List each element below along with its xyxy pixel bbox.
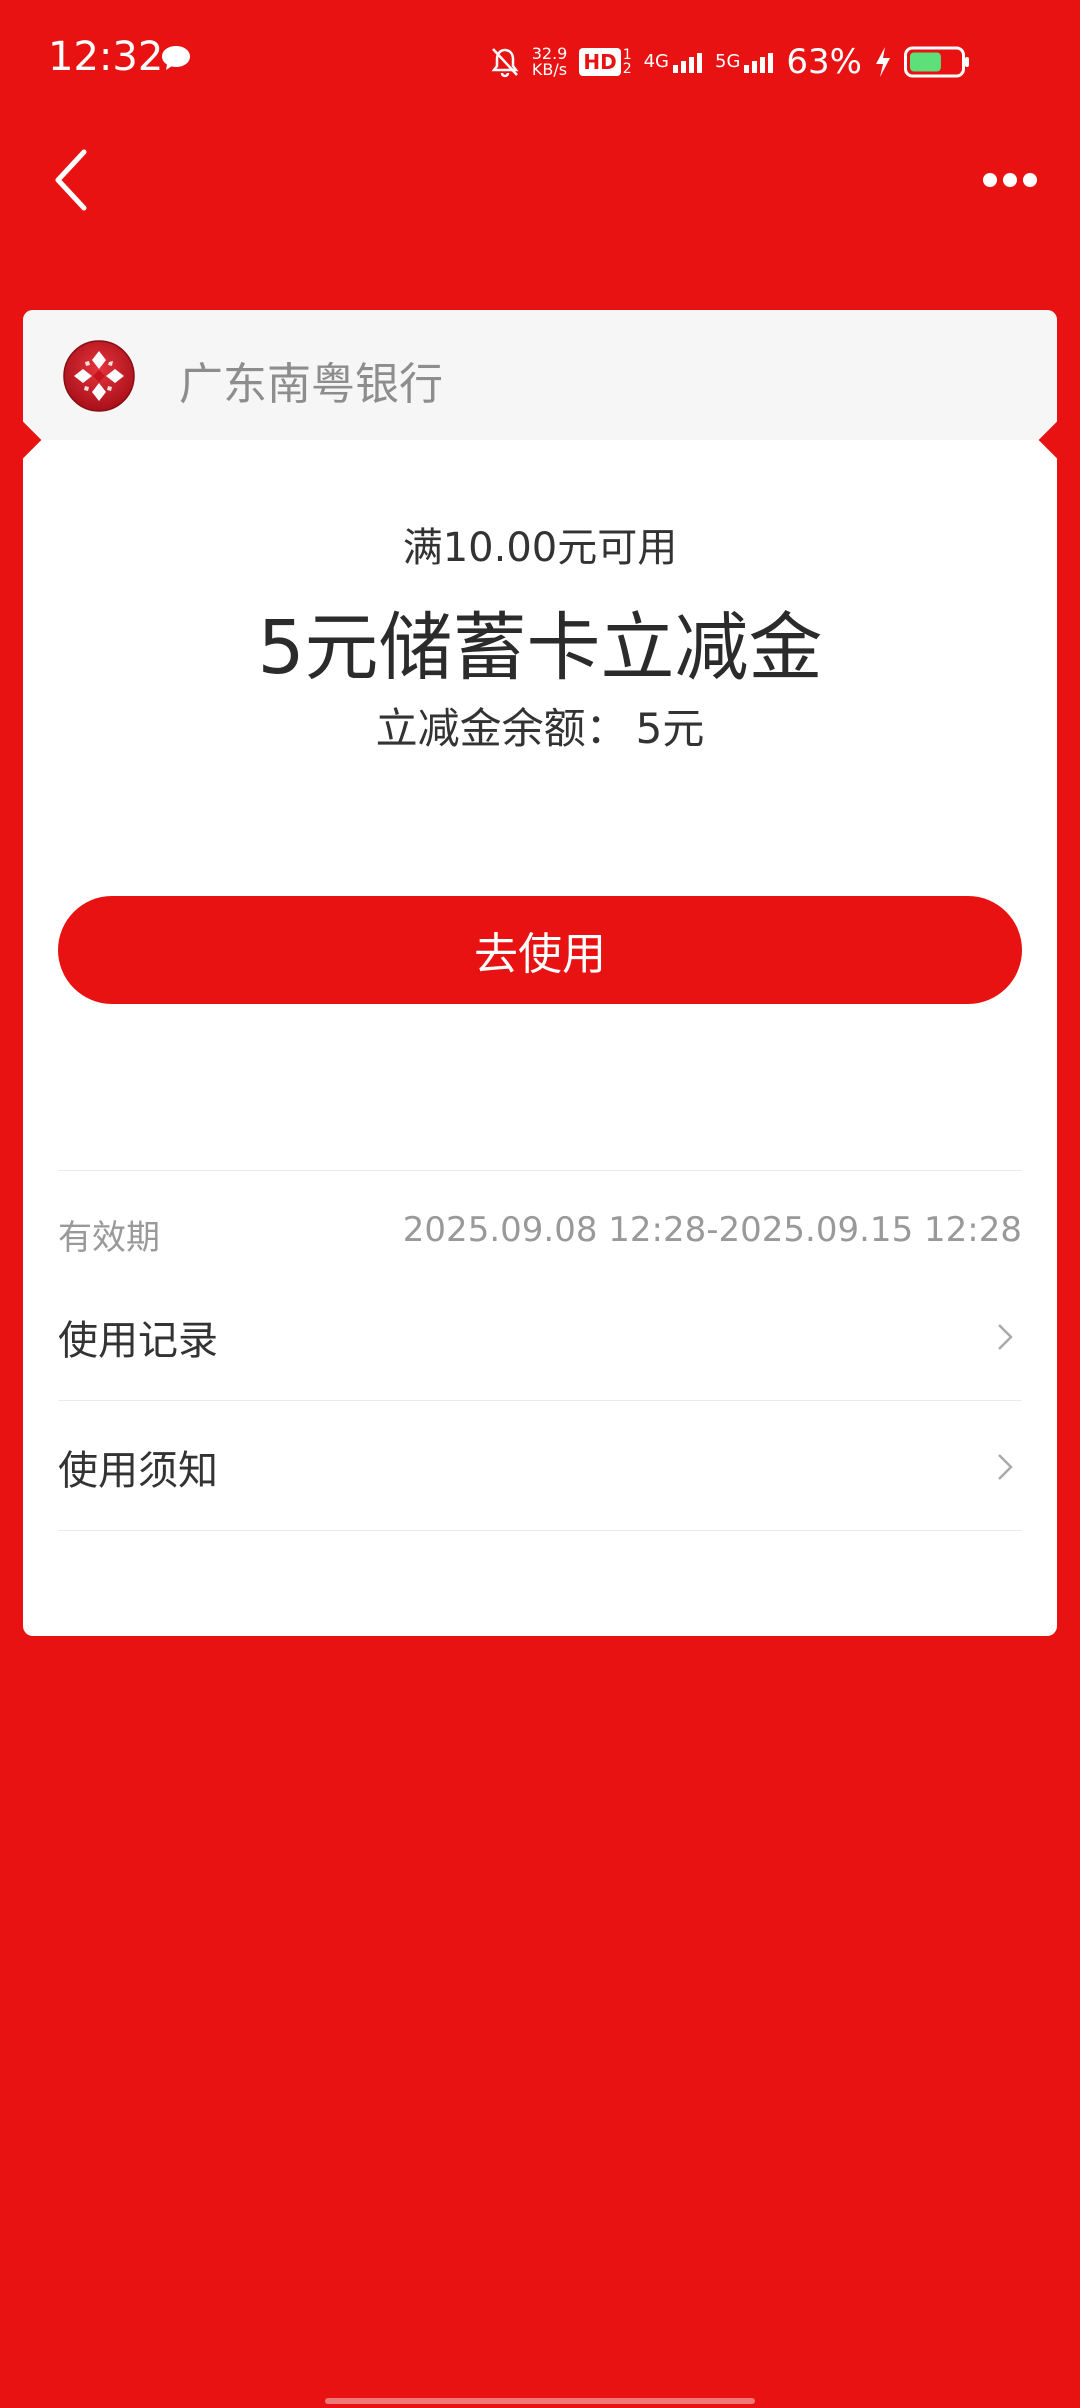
usage-records-label: 使用记录 xyxy=(58,1318,218,1364)
signal-bars-icon xyxy=(744,53,774,73)
bank-logo xyxy=(63,340,135,412)
status-time: 12:32 xyxy=(48,34,164,80)
coupon-title: 5元储蓄卡立减金 xyxy=(257,605,823,691)
bell-off-icon xyxy=(491,48,519,78)
more-dots-icon[interactable] xyxy=(980,158,1040,202)
hd-label: HD xyxy=(579,48,621,76)
validity-label: 有效期 xyxy=(58,1218,160,1258)
signal-5g: 5G xyxy=(715,51,774,73)
validity-value: 2025.09.08 12:28-2025.09.15 12:28 xyxy=(402,1210,1022,1250)
net-4g-label: 4G xyxy=(643,51,670,72)
divider xyxy=(58,1170,1022,1171)
status-bar: 12:32 32.9 KB/s HD 12 4G 5G 63% xyxy=(0,0,1080,124)
usage-notes-row[interactable]: 使用须知 xyxy=(58,1400,1022,1530)
chevron-right-icon xyxy=(998,1324,1013,1350)
net-5g-label: 5G xyxy=(715,51,741,72)
card-header: 广东南粤银行 xyxy=(23,310,1057,440)
hd-badge: HD 12 xyxy=(579,47,632,77)
coupon-card: 广东南粤银行 满10.00元可用 5元储蓄卡立减金 立减金余额： 5元 去使用 有… xyxy=(23,310,1057,1636)
coupon-balance: 立减金余额： 5元 xyxy=(23,695,1057,756)
chevron-right-icon xyxy=(998,1454,1013,1480)
battery-percent: 63% xyxy=(786,42,862,82)
usage-notes-label: 使用须知 xyxy=(58,1448,218,1494)
back-button[interactable] xyxy=(44,142,104,218)
divider xyxy=(58,1530,1022,1531)
signal-bars-icon xyxy=(673,53,703,73)
status-indicators: 32.9 KB/s HD 12 4G 5G 63% xyxy=(490,38,970,86)
hd-sims: 12 xyxy=(622,47,632,77)
bank-name: 广东南粤银行 xyxy=(179,359,443,410)
charging-bolt-icon xyxy=(876,47,890,77)
chat-bubble-icon xyxy=(162,46,190,70)
net-speed: 32.9 KB/s xyxy=(532,46,568,78)
balance-value: 5元 xyxy=(635,704,705,753)
usage-records-row[interactable]: 使用记录 xyxy=(58,1270,1022,1400)
signal-4g: 4G xyxy=(644,51,703,73)
battery-icon xyxy=(904,46,969,78)
balance-label: 立减金余额： xyxy=(375,704,628,753)
net-speed-unit: KB/s xyxy=(531,60,568,79)
usage-condition: 满10.00元可用 xyxy=(402,525,678,571)
use-button[interactable]: 去使用 xyxy=(58,896,1022,1004)
home-indicator[interactable] xyxy=(325,2398,755,2404)
